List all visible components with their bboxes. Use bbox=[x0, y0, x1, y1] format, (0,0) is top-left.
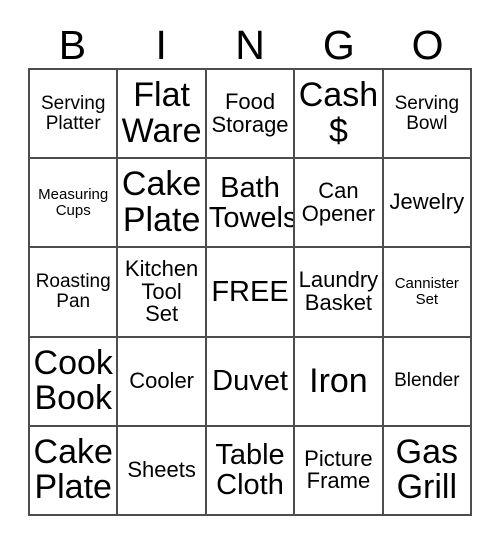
bingo-cell-label: Flat Ware bbox=[121, 76, 202, 150]
bingo-cell[interactable]: Gas Grill bbox=[383, 426, 473, 517]
bingo-cell[interactable]: Iron bbox=[295, 337, 384, 427]
bingo-cell[interactable]: Serving Bowl bbox=[383, 70, 473, 160]
bingo-row: Measuring Cups Cake Plate Bath Towels Can O… bbox=[30, 159, 473, 249]
bingo-cell[interactable]: Flat Ware bbox=[118, 70, 207, 160]
bingo-cell[interactable]: Serving Platter bbox=[30, 70, 119, 160]
bingo-cell[interactable]: Can Opener bbox=[295, 159, 384, 249]
bingo-cell[interactable]: Laundry Basket bbox=[295, 248, 384, 338]
bingo-cell[interactable]: Cook Book bbox=[30, 337, 119, 427]
bingo-cell-label: Can Opener bbox=[301, 177, 376, 226]
bingo-row: Cake Plate Sheets Table Cloth Picture Frame… bbox=[30, 426, 473, 517]
bingo-cell-label: Kitchen Tool Set bbox=[124, 255, 199, 327]
bingo-cell[interactable]: Sheets bbox=[118, 426, 207, 517]
bingo-row: Cook Book Cooler Duvet Iron Blender bbox=[30, 337, 473, 427]
bingo-cell-label: Cannister Set bbox=[394, 275, 459, 308]
bingo-cell-label: Cake Plate bbox=[121, 165, 202, 239]
bingo-header-letter-i: I bbox=[155, 21, 167, 68]
bingo-cell[interactable]: Measuring Cups bbox=[30, 159, 119, 249]
bingo-cell-label: Iron bbox=[309, 361, 368, 400]
bingo-cell[interactable]: Jewelry bbox=[383, 159, 473, 249]
bingo-grid: Serving Platter Flat Ware Food Storage Cash… bbox=[28, 68, 473, 517]
bingo-cell[interactable]: Bath Towels bbox=[206, 159, 296, 249]
bingo-cell[interactable]: Roasting Pan bbox=[30, 248, 119, 338]
bingo-cell-label: Bath Towels bbox=[208, 171, 296, 234]
bingo-cell-free[interactable]: FREE bbox=[206, 248, 296, 338]
bingo-row: Roasting Pan Kitchen Tool Set FREE Laundry … bbox=[30, 248, 473, 338]
bingo-cell-label: Table Cloth bbox=[215, 439, 285, 502]
bingo-cell-label: Laundry Basket bbox=[298, 267, 379, 315]
bingo-header-letter-n: N bbox=[235, 21, 265, 68]
bingo-row: Serving Platter Flat Ware Food Storage Cash… bbox=[30, 70, 473, 160]
bingo-header-letter-b: B bbox=[58, 21, 87, 68]
bingo-cell[interactable]: Duvet bbox=[206, 337, 296, 427]
bingo-header-letter-o: O bbox=[411, 21, 444, 68]
bingo-cell[interactable]: Kitchen Tool Set bbox=[118, 248, 207, 338]
bingo-cell-label: Cooler bbox=[129, 367, 195, 393]
bingo-cell[interactable]: Cake Plate bbox=[30, 426, 119, 517]
bingo-cell[interactable]: Cannister Set bbox=[383, 248, 473, 338]
bingo-cell[interactable]: Cooler bbox=[118, 337, 207, 427]
bingo-cell-label: Serving Platter bbox=[40, 92, 106, 134]
bingo-cell-label: Roasting Pan bbox=[35, 271, 111, 312]
bingo-cell[interactable]: Cash $ bbox=[295, 70, 384, 160]
bingo-cell[interactable]: Cake Plate bbox=[118, 159, 207, 249]
bingo-cell-label: Food Storage bbox=[211, 88, 289, 137]
bingo-header: BINGO bbox=[28, 22, 472, 68]
bingo-cell-label: Gas Grill bbox=[395, 433, 458, 507]
bingo-cell-label: Cake Plate bbox=[33, 433, 113, 507]
bingo-card: B I N G O Serving Platter Flat Ware Food Stora… bbox=[0, 0, 500, 544]
bingo-header-letter-g: G bbox=[322, 21, 355, 68]
bingo-cell-label: Duvet bbox=[212, 365, 288, 398]
bingo-cell-label: Cook Book bbox=[33, 343, 113, 418]
bingo-cell[interactable]: Food Storage bbox=[206, 70, 296, 160]
bingo-cell-label: Picture Frame bbox=[304, 445, 373, 494]
bingo-cell-label: Jewelry bbox=[389, 189, 465, 215]
bingo-cell-label: Cash $ bbox=[298, 76, 379, 150]
bingo-cell-label: Measuring Cups bbox=[38, 186, 109, 219]
bingo-cell-label: FREE bbox=[211, 275, 289, 308]
bingo-cell[interactable]: Picture Frame bbox=[295, 426, 384, 517]
bingo-cell-label: Blender bbox=[394, 370, 460, 392]
bingo-cell[interactable]: Table Cloth bbox=[206, 426, 296, 517]
bingo-cell-label: Serving Bowl bbox=[394, 92, 460, 134]
bingo-cell[interactable]: Blender bbox=[383, 337, 473, 427]
bingo-cell-label: Sheets bbox=[127, 456, 196, 482]
